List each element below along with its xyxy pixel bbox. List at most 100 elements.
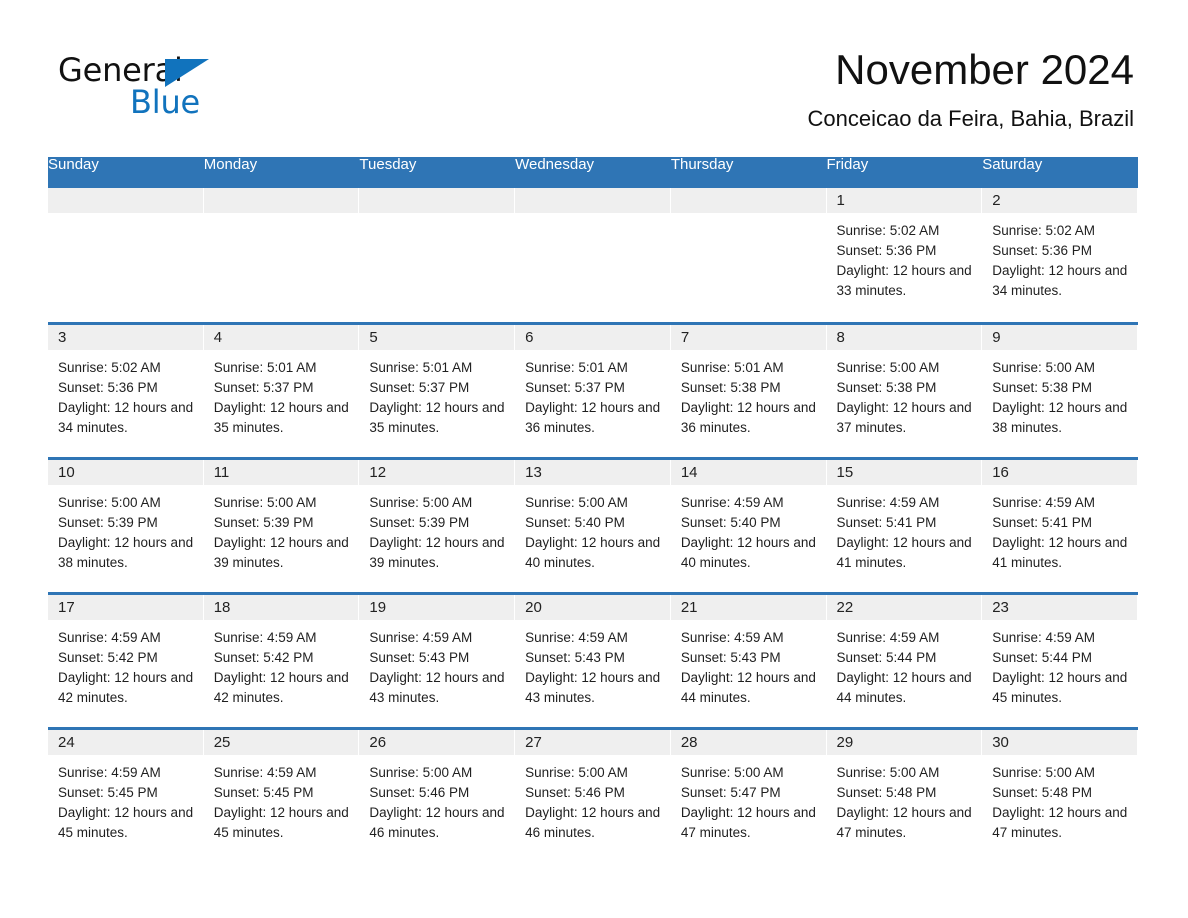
daylight-text: Daylight: 12 hours and 38 minutes.	[992, 399, 1128, 435]
calendar-day-cell[interactable]: 7 Sunrise: 5:01 AM Sunset: 5:38 PM Daylight…	[670, 321, 827, 458]
daylight-text: Daylight: 12 hours and 36 minutes.	[680, 399, 816, 435]
day-number: 9	[982, 324, 1138, 350]
sunset-text: Sunset: 5:38 PM	[680, 379, 781, 395]
calendar-day-cell[interactable]: 29 Sunrise: 5:00 AM Sunset: 5:48 PM Dayligh…	[826, 726, 983, 863]
calendar-day-cell[interactable]: 15 Sunrise: 4:59 AM Sunset: 5:41 PM Dayligh…	[826, 456, 983, 593]
sunset-text: Sunset: 5:37 PM	[213, 379, 314, 395]
daylight-text: Daylight: 12 hours and 46 minutes.	[369, 804, 505, 840]
sunset-text: Sunset: 5:43 PM	[525, 649, 625, 665]
day-detail: Sunrise: 5:00 AM Sunset: 5:46 PM Daylight:…	[515, 755, 671, 843]
daylight-text: Daylight: 12 hours and 47 minutes.	[680, 804, 816, 840]
day-detail: Sunrise: 4:59 AM Sunset: 5:43 PM Daylight:…	[359, 620, 515, 708]
daylight-text: Daylight: 12 hours and 38 minutes.	[58, 534, 194, 570]
calendar-week-row: 1 Sunrise: 5:02 AM Sunset: 5:36 PM Daylight…	[48, 188, 1138, 323]
day-number	[670, 188, 827, 213]
general-blue-logo[interactable]: General Blue	[58, 52, 318, 124]
day-number: 24	[48, 729, 204, 755]
sunrise-text: Sunrise: 5:00 AM	[369, 494, 473, 510]
weekday-header-wednesday: Wednesday	[515, 157, 671, 188]
day-number: 12	[359, 459, 516, 485]
daylight-text: Daylight: 12 hours and 36 minutes.	[525, 399, 661, 435]
day-detail: Sunrise: 4:59 AM Sunset: 5:45 PM Daylight:…	[48, 755, 204, 843]
calendar-day-cell[interactable]: 1 Sunrise: 5:02 AM Sunset: 5:36 PM Daylight…	[826, 188, 983, 323]
calendar-day-cell[interactable]: 4 Sunrise: 5:01 AM Sunset: 5:37 PM Daylight…	[203, 321, 360, 458]
calendar-day-cell[interactable]: 27 Sunrise: 5:00 AM Sunset: 5:46 PM Dayligh…	[515, 726, 671, 863]
day-detail: Sunrise: 5:00 AM Sunset: 5:48 PM Daylight:…	[982, 755, 1138, 843]
sunset-text: Sunset: 5:45 PM	[213, 784, 314, 800]
calendar-day-cell[interactable]: 5 Sunrise: 5:01 AM Sunset: 5:37 PM Daylight…	[359, 321, 516, 458]
day-number: 10	[48, 459, 204, 485]
daylight-text: Daylight: 12 hours and 43 minutes.	[525, 669, 661, 705]
sunrise-text: Sunrise: 4:59 AM	[680, 629, 784, 645]
calendar-day-cell[interactable]: 17 Sunrise: 4:59 AM Sunset: 5:42 PM Dayligh…	[48, 591, 204, 728]
sunrise-text: Sunrise: 4:59 AM	[213, 629, 317, 645]
sunset-text: Sunset: 5:41 PM	[836, 514, 937, 530]
day-detail: Sunrise: 5:00 AM Sunset: 5:38 PM Daylight:…	[827, 350, 983, 438]
sunset-text: Sunset: 5:48 PM	[836, 784, 937, 800]
day-detail: Sunrise: 4:59 AM Sunset: 5:43 PM Daylight:…	[515, 620, 671, 708]
weekday-header-tuesday: Tuesday	[359, 157, 516, 188]
day-detail: Sunrise: 4:59 AM Sunset: 5:40 PM Daylight:…	[671, 485, 827, 573]
sunset-text: Sunset: 5:43 PM	[680, 649, 781, 665]
sunset-text: Sunset: 5:42 PM	[213, 649, 314, 665]
calendar-day-cell[interactable]: 8 Sunrise: 5:00 AM Sunset: 5:38 PM Daylight…	[826, 321, 983, 458]
day-number: 8	[826, 324, 983, 350]
sunset-text: Sunset: 5:36 PM	[58, 379, 158, 395]
calendar-day-cell[interactable]: 19 Sunrise: 4:59 AM Sunset: 5:43 PM Dayligh…	[359, 591, 516, 728]
day-detail: Sunrise: 5:00 AM Sunset: 5:47 PM Daylight:…	[671, 755, 827, 843]
calendar-day-cell[interactable]: 21 Sunrise: 4:59 AM Sunset: 5:43 PM Dayligh…	[670, 591, 827, 728]
day-number	[203, 188, 360, 213]
calendar-day-cell-empty	[670, 188, 827, 323]
daylight-text: Daylight: 12 hours and 33 minutes.	[836, 263, 972, 298]
calendar-day-cell[interactable]: 14 Sunrise: 4:59 AM Sunset: 5:40 PM Dayligh…	[670, 456, 827, 593]
logo-text-blue: Blue	[130, 83, 201, 121]
day-detail: Sunrise: 5:01 AM Sunset: 5:37 PM Daylight:…	[359, 350, 515, 438]
calendar-day-cell[interactable]: 26 Sunrise: 5:00 AM Sunset: 5:46 PM Dayligh…	[359, 726, 516, 863]
calendar-day-cell[interactable]: 2 Sunrise: 5:02 AM Sunset: 5:36 PM Daylight…	[982, 188, 1138, 323]
calendar-day-cell[interactable]: 13 Sunrise: 5:00 AM Sunset: 5:40 PM Dayligh…	[515, 456, 671, 593]
calendar-day-cell[interactable]: 20 Sunrise: 4:59 AM Sunset: 5:43 PM Dayligh…	[515, 591, 671, 728]
sunrise-text: Sunrise: 4:59 AM	[992, 494, 1096, 510]
calendar-day-cell[interactable]: 6 Sunrise: 5:01 AM Sunset: 5:37 PM Daylight…	[515, 321, 671, 458]
calendar-day-cell[interactable]: 16 Sunrise: 4:59 AM Sunset: 5:41 PM Dayligh…	[982, 456, 1138, 593]
sunset-text: Sunset: 5:40 PM	[525, 514, 625, 530]
day-detail: Sunrise: 4:59 AM Sunset: 5:41 PM Daylight:…	[982, 485, 1138, 573]
calendar-day-cell-empty	[515, 188, 671, 323]
day-number: 25	[203, 729, 360, 755]
calendar-day-cell[interactable]: 22 Sunrise: 4:59 AM Sunset: 5:44 PM Dayligh…	[826, 591, 983, 728]
title-block: November 2024 Conceicao da Feira, Bahia,…	[808, 44, 1135, 134]
calendar-day-cell[interactable]: 23 Sunrise: 4:59 AM Sunset: 5:44 PM Dayligh…	[982, 591, 1138, 728]
day-number: 22	[826, 594, 983, 620]
daylight-text: Daylight: 12 hours and 43 minutes.	[369, 669, 505, 705]
calendar-day-cell[interactable]: 9 Sunrise: 5:00 AM Sunset: 5:38 PM Daylight…	[982, 321, 1138, 458]
calendar-day-cell[interactable]: 28 Sunrise: 5:00 AM Sunset: 5:47 PM Dayligh…	[670, 726, 827, 863]
day-number: 16	[982, 459, 1138, 485]
daylight-text: Daylight: 12 hours and 46 minutes.	[525, 804, 661, 840]
daylight-text: Daylight: 12 hours and 34 minutes.	[992, 263, 1128, 298]
calendar-day-cell[interactable]: 25 Sunrise: 4:59 AM Sunset: 5:45 PM Dayligh…	[203, 726, 360, 863]
sunrise-text: Sunrise: 4:59 AM	[680, 494, 784, 510]
day-detail: Sunrise: 5:00 AM Sunset: 5:48 PM Daylight:…	[827, 755, 983, 843]
location-subtitle: Conceicao da Feira, Bahia, Brazil	[807, 106, 1135, 131]
day-detail: Sunrise: 4:59 AM Sunset: 5:44 PM Daylight:…	[827, 620, 983, 708]
calendar-day-cell[interactable]: 10 Sunrise: 5:00 AM Sunset: 5:39 PM Dayligh…	[48, 456, 204, 593]
day-number: 19	[359, 594, 516, 620]
day-detail: Sunrise: 5:01 AM Sunset: 5:37 PM Daylight:…	[204, 350, 360, 438]
calendar-day-cell[interactable]: 3 Sunrise: 5:02 AM Sunset: 5:36 PM Daylight…	[48, 321, 204, 458]
day-detail: Sunrise: 5:01 AM Sunset: 5:38 PM Daylight:…	[671, 350, 827, 438]
calendar-day-cell[interactable]: 18 Sunrise: 4:59 AM Sunset: 5:42 PM Dayligh…	[203, 591, 360, 728]
sunrise-text: Sunrise: 4:59 AM	[58, 629, 161, 645]
calendar-day-cell[interactable]: 11 Sunrise: 5:00 AM Sunset: 5:39 PM Dayligh…	[203, 456, 360, 593]
calendar-day-cell[interactable]: 30 Sunrise: 5:00 AM Sunset: 5:48 PM Dayligh…	[982, 726, 1138, 863]
page-header: General Blue November 2024 Conceicao da …	[0, 0, 1188, 131]
calendar-header-row: Sunday Monday Tuesday Wednesday Thursday Frid…	[48, 157, 1138, 188]
sunrise-text: Sunrise: 5:00 AM	[992, 359, 1096, 375]
day-number: 11	[203, 459, 360, 485]
daylight-text: Daylight: 12 hours and 40 minutes.	[525, 534, 661, 570]
weekday-header-thursday: Thursday	[670, 157, 827, 188]
day-number: 30	[982, 729, 1138, 755]
calendar-day-cell[interactable]: 12 Sunrise: 5:00 AM Sunset: 5:39 PM Dayligh…	[359, 456, 516, 593]
daylight-text: Daylight: 12 hours and 41 minutes.	[992, 534, 1128, 570]
sunset-text: Sunset: 5:47 PM	[680, 784, 781, 800]
calendar-day-cell[interactable]: 24 Sunrise: 4:59 AM Sunset: 5:45 PM Dayligh…	[48, 726, 204, 863]
